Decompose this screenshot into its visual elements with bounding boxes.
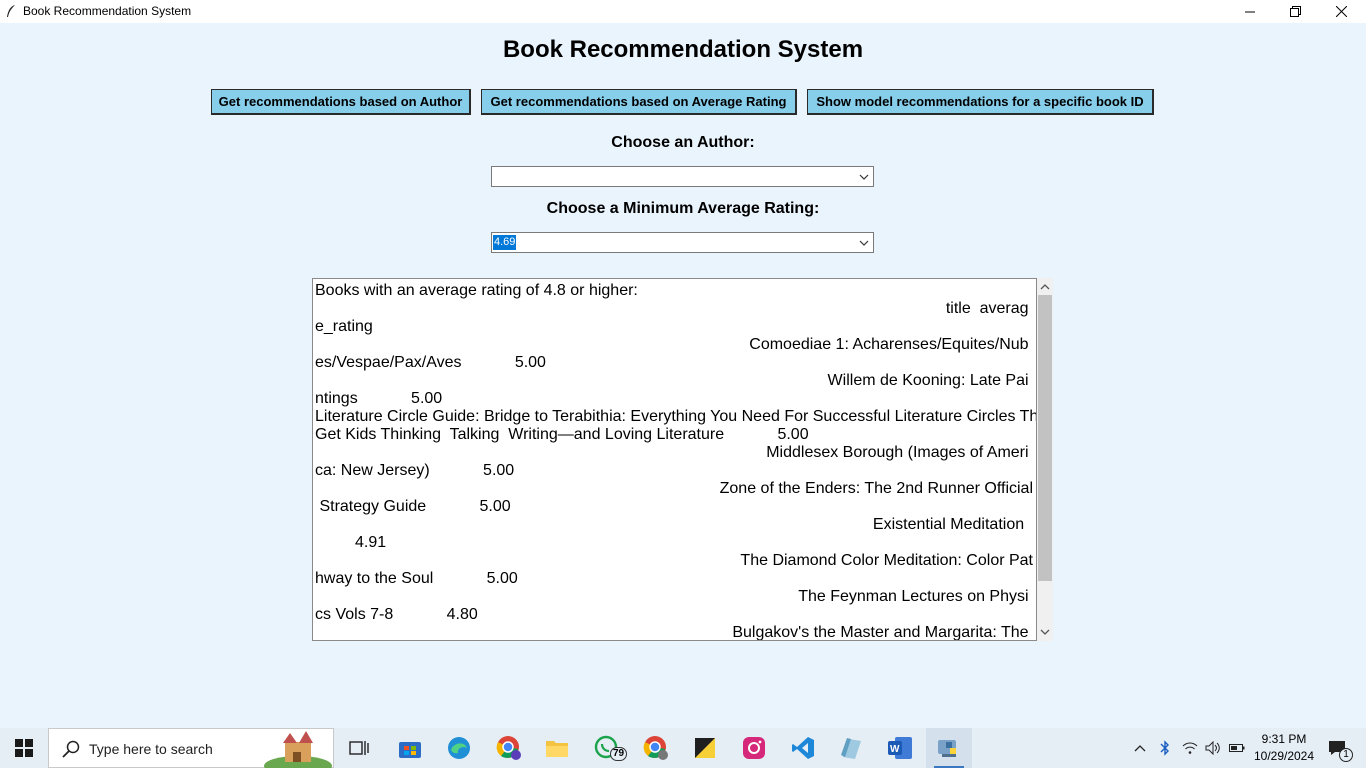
wifi-icon [1182,742,1198,754]
results-line: ca: New Jersey) 5.00 [315,462,515,479]
rating-select[interactable]: 4.69 [491,232,874,253]
taskbar-sticky-notes[interactable] [682,728,728,768]
show-hidden-icons-button[interactable] [1131,728,1149,768]
bluetooth-tray[interactable] [1156,728,1174,768]
chrome-icon [643,736,668,760]
window-title: Book Recommendation System [23,4,192,18]
author-select[interactable] [491,166,874,187]
close-button[interactable] [1318,0,1364,23]
search-placeholder: Type here to search [89,741,213,757]
minimize-icon [1245,11,1255,12]
taskbar-chrome-profile-b[interactable] [486,728,532,768]
instagram-icon [743,737,765,759]
bluetooth-icon [1160,740,1169,756]
vscode-icon [792,737,814,759]
chevron-up-icon [1134,745,1146,752]
clock-time: 9:31 PM [1261,732,1307,746]
windows-icon [15,739,33,757]
taskbar-word[interactable]: W [877,728,923,768]
results-line: hway to the Soul 5.00 [315,570,518,587]
task-view-button[interactable] [336,728,382,768]
results-line: Middlesex Borough (Images of Ameri [766,444,1033,461]
results-line: The Diamond Color Meditation: Color Pat [740,552,1033,569]
taskbar-vscode[interactable] [780,728,826,768]
minimize-button[interactable] [1227,0,1273,23]
taskbar-whatsapp[interactable]: 79 [584,728,630,768]
taskbar: Type here to search 79 W 9:31 PM 10/29/2… [0,728,1366,768]
word-icon: W [888,737,912,759]
author-recommendations-button[interactable]: Get recommendations based on Author [211,89,471,115]
results-line: Willem de Kooning: Late Pai [827,372,1033,389]
scrollbar-thumb[interactable] [1038,295,1052,581]
results-line: es/Vespae/Pax/Aves 5.00 [315,354,546,371]
results-line: Books with an average rating of 4.8 or h… [315,282,638,299]
svg-text:W: W [890,744,900,755]
whatsapp-badge: 79 [610,747,628,761]
scroll-down-icon[interactable] [1040,627,1050,637]
results-line: The Feynman Lectures on Physi [798,588,1033,605]
volume-tray[interactable] [1203,728,1223,768]
results-line: Existential Meditation [872,516,1033,533]
chevron-down-icon [859,174,869,180]
results-line: title averag [945,300,1033,317]
battery-icon [1229,744,1245,752]
taskbar-store[interactable] [387,728,433,768]
results-scrollbar[interactable] [1037,278,1053,641]
results-line: Comoediae 1: Acharenses/Equites/Nub [749,336,1033,353]
search-highlight-castle-icon [264,731,332,768]
store-icon [399,742,421,758]
taskbar-file-explorer[interactable] [534,728,580,768]
results-line: cs Vols 7-8 4.80 [315,606,478,623]
speaker-icon [1205,741,1220,755]
search-icon [62,740,80,758]
notification-badge: 1 [1339,748,1353,762]
author-label: Choose an Author: [611,134,755,151]
results-line: Bulgakov's the Master and Margarita: The [732,624,1033,641]
taskbar-edge[interactable] [436,728,482,768]
book-id-recommendations-button[interactable]: Show model recommendations for a specifi… [807,89,1154,115]
sticky-notes-icon [695,738,715,758]
python-icon [938,740,956,757]
restore-button[interactable] [1272,0,1318,23]
chevron-down-icon [859,240,869,246]
taskbar-search[interactable]: Type here to search [48,728,334,768]
results-line: e_rating [315,318,373,335]
feather-icon [7,5,15,17]
results-line: Literature Circle Guide: Bridge to Terab… [315,408,1037,425]
results-textbox[interactable]: Books with an average rating of 4.8 or h… [312,278,1037,641]
folder-icon [546,741,568,757]
taskbar-python[interactable] [926,728,972,768]
results-line: 4.91 [315,534,387,551]
author-select-value [493,169,495,184]
close-icon [1335,6,1347,17]
network-tray[interactable] [1180,728,1200,768]
battery-tray[interactable] [1227,728,1247,768]
taskbar-instagram[interactable] [731,728,777,768]
results-line: Strategy Guide 5.00 [315,498,511,515]
rating-recommendations-button[interactable]: Get recommendations based on Average Rat… [481,89,797,115]
results-line: Zone of the Enders: The 2nd Runner Offic… [719,480,1033,497]
restore-icon [1289,6,1301,17]
title-bar: Book Recommendation System [0,0,1366,23]
system-clock[interactable]: 9:31 PM 10/29/2024 [1250,731,1318,765]
cards-icon [841,738,861,759]
edge-icon [448,737,470,759]
results-line: Get Kids Thinking Talking Writing—and Lo… [315,426,809,443]
notification-center-button[interactable]: 1 [1322,728,1353,768]
start-button[interactable] [0,728,48,768]
rating-label: Choose a Minimum Average Rating: [546,200,820,217]
rating-select-value: 4.69 [493,235,517,250]
task-view-icon [349,741,369,755]
results-line: ntings 5.00 [315,390,443,407]
taskbar-chrome[interactable] [633,728,679,768]
clock-date: 10/29/2024 [1253,749,1315,763]
chrome-icon [496,736,521,760]
taskbar-app-cards[interactable] [828,728,874,768]
page-title: Book Recommendation System [502,36,864,63]
scroll-up-icon[interactable] [1040,282,1050,292]
